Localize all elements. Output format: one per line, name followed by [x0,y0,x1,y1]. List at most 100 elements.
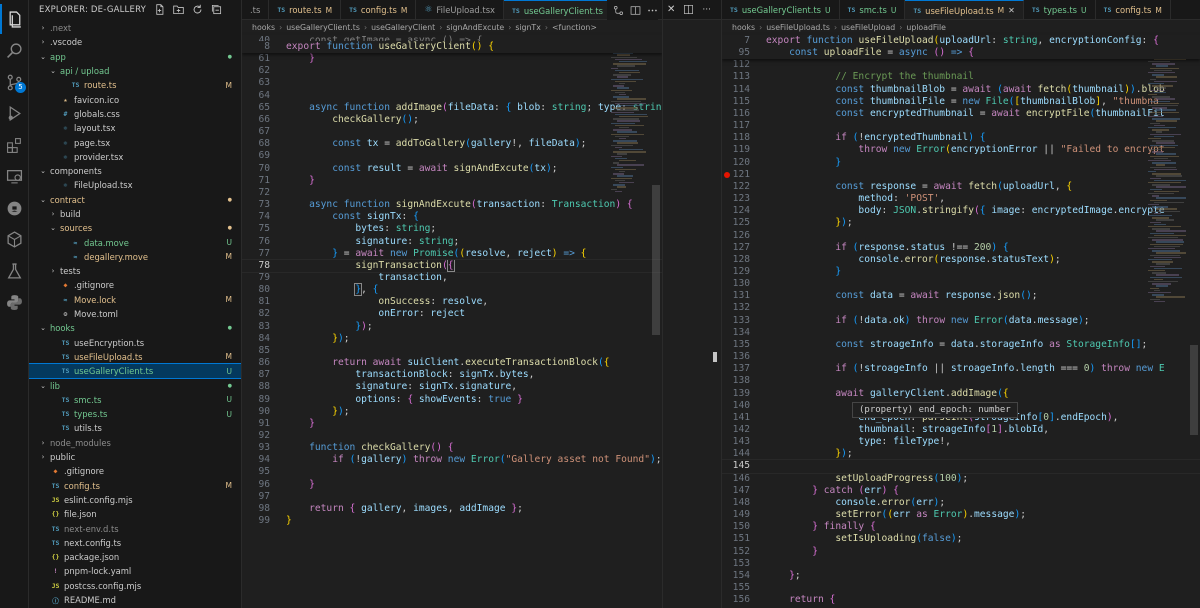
editor-tab[interactable]: .ts [242,0,270,19]
code-line[interactable]: 156 return { [722,594,1200,606]
editor-tab[interactable]: TS smc.ts U [840,0,906,19]
code-line[interactable]: 120 } [722,157,1200,169]
code-line[interactable]: 84 }); [242,333,662,345]
breadcrumb-item[interactable]: useFileUpload [841,23,895,32]
source-control-icon[interactable]: 5 [0,67,29,97]
chevron-down-icon[interactable]: ⌄ [39,382,47,390]
tree-item[interactable]: ≈ data.move U [29,235,241,249]
code-line[interactable]: 86 return await suiClient.executeTransac… [242,357,662,369]
new-file-icon[interactable] [153,3,166,16]
open-changes-icon[interactable] [613,1,624,20]
code-line[interactable]: 71 } [242,175,662,187]
code-line[interactable]: 150 } finally { [722,521,1200,533]
code-line[interactable]: 149 setError((err as Error).message); [722,509,1200,521]
code-line[interactable]: 117 [722,120,1200,132]
code-line[interactable]: 139 await galleryClient.addImage({ [722,388,1200,400]
sticky-line[interactable]: 7 export function useFileUpload(uploadUrl… [722,35,1200,47]
code-line[interactable]: 68 const tx = addToGallery(gallery!, fil… [242,138,662,150]
code-line[interactable]: 124 body: JSON.stringify({ image: encryp… [722,205,1200,217]
breadcrumb-item[interactable]: useFileUpload.ts [766,23,830,32]
code-line[interactable]: 118 if (!encryptedThumbnail) { [722,132,1200,144]
collapse-all-icon[interactable] [210,3,223,16]
code-line[interactable]: 112 [722,59,1200,71]
code-line[interactable]: 151 setIsUploading(false); [722,533,1200,545]
breadcrumb-item[interactable]: uploadFile [906,23,946,32]
extensions-icon[interactable] [0,130,29,160]
tree-item[interactable]: TS useFileUpload.ts M [29,350,241,364]
code-line[interactable]: 116 const encryptedThumbnail = await enc… [722,108,1200,120]
code-line[interactable]: 114 const thumbnailBlob = await (await f… [722,84,1200,96]
tree-item[interactable]: TS useEncryption.ts [29,336,241,350]
code-line[interactable]: 72 [242,187,662,199]
minimap-left[interactable] [609,35,649,608]
tree-item[interactable]: ⌄ components [29,164,241,178]
tree-item[interactable]: ⌄ hooks ● [29,321,241,335]
tree-item[interactable]: ★ favicon.ico [29,92,241,106]
code-line[interactable]: 144 }); [722,448,1200,460]
code-line[interactable]: 98 return { gallery, images, addImage }; [242,503,662,515]
sticky-scroll[interactable]: 7 export function useFileUpload(uploadUrl… [722,35,1200,60]
code-line[interactable]: 79 transaction, [242,272,662,284]
code-line[interactable]: 137 if (!stroageInfo || stroageInfo.leng… [722,363,1200,375]
code-line[interactable]: 122 const response = await fetch(uploadU… [722,181,1200,193]
code-line[interactable]: 62 [242,65,662,77]
code-line[interactable]: 95 [242,466,662,478]
code-line[interactable]: 147 } catch (err) { [722,485,1200,497]
chevron-down-icon[interactable]: ⌄ [49,224,57,232]
tree-item[interactable]: ⚛ layout.tsx [29,121,241,135]
tree-item[interactable]: ◆ .gitignore [29,464,241,478]
code-line[interactable]: 78 signTransaction({ [242,258,662,273]
chevron-right-icon[interactable]: › [39,24,47,32]
github-icon[interactable] [0,193,29,223]
editor-tab[interactable]: TS config.ts M [1096,0,1171,19]
code-line[interactable]: 123 method: 'POST', [722,193,1200,205]
new-folder-icon[interactable] [172,3,185,16]
code-line[interactable]: 129 } [722,266,1200,278]
chevron-down-icon[interactable]: ⌄ [39,167,47,175]
code-line[interactable]: 127 if (response.status !== 200) { [722,242,1200,254]
code-line[interactable]: 143 type: fileType!, [722,436,1200,448]
chevron-right-icon[interactable]: › [39,38,47,46]
scrollbar-right[interactable] [1190,35,1198,608]
tree-item[interactable]: › .next [29,21,241,35]
code-line[interactable]: 97 [242,491,662,503]
close-tab-icon[interactable]: ✕ [1008,6,1015,15]
code-line[interactable]: 67 [242,126,662,138]
editor-tab[interactable]: TS types.ts U [1024,0,1096,19]
code-line[interactable]: 142 thumbnail: stroageInfo[1].blobId, [722,424,1200,436]
code-line[interactable]: 66 checkGallery(); [242,114,662,126]
chevron-right-icon[interactable]: › [49,267,57,275]
breakpoint-icon[interactable] [724,171,730,178]
tree-item[interactable]: TS smc.ts U [29,393,241,407]
more-actions-icon[interactable] [647,1,658,20]
code-line[interactable]: 77 } = await new Promise((resolve, rejec… [242,248,662,260]
code-line[interactable]: 90 }); [242,406,662,418]
code-line[interactable]: 89 options: { showEvents: true } [242,394,662,406]
scroll-thumb-right[interactable] [1190,345,1198,435]
sync-scroll-icon[interactable] [683,0,694,19]
code-line[interactable]: 73 async function signAndExcute(transact… [242,199,662,211]
tree-item[interactable]: ⌄ contract ● [29,193,241,207]
scrollbar-left[interactable] [652,35,660,608]
tree-item[interactable]: › tests [29,264,241,278]
code-line[interactable]: 155 [722,582,1200,594]
breadcrumb-item[interactable]: useGalleryClient [371,23,435,32]
tree-item[interactable]: ⓘ README.md [29,593,241,607]
chevron-down-icon[interactable]: ⌄ [39,53,47,61]
sash-handle-icon[interactable] [713,352,717,362]
tree-item[interactable]: ⌄ lib ● [29,378,241,392]
tree-item[interactable]: TS config.ts M [29,479,241,493]
tree-item[interactable]: ! pnpm-lock.yaml [29,564,241,578]
breadcrumb-item[interactable]: hooks [732,23,755,32]
tree-item[interactable]: ◆ .gitignore [29,278,241,292]
editor-tab[interactable]: TS config.ts M [341,0,417,19]
tree-item[interactable]: JS postcss.config.mjs [29,579,241,593]
tree-item[interactable]: ⚛ FileUpload.tsx [29,178,241,192]
breadcrumb-item[interactable]: signAndExcute [446,23,504,32]
code-line[interactable]: 96 } [242,479,662,491]
remote-explorer-icon[interactable] [0,162,29,192]
chevron-right-icon[interactable]: › [49,210,57,218]
explorer-icon[interactable] [0,4,29,34]
chevron-right-icon[interactable]: › [39,439,47,447]
editor-tab[interactable]: TS useGalleryClient.ts U [722,0,840,19]
